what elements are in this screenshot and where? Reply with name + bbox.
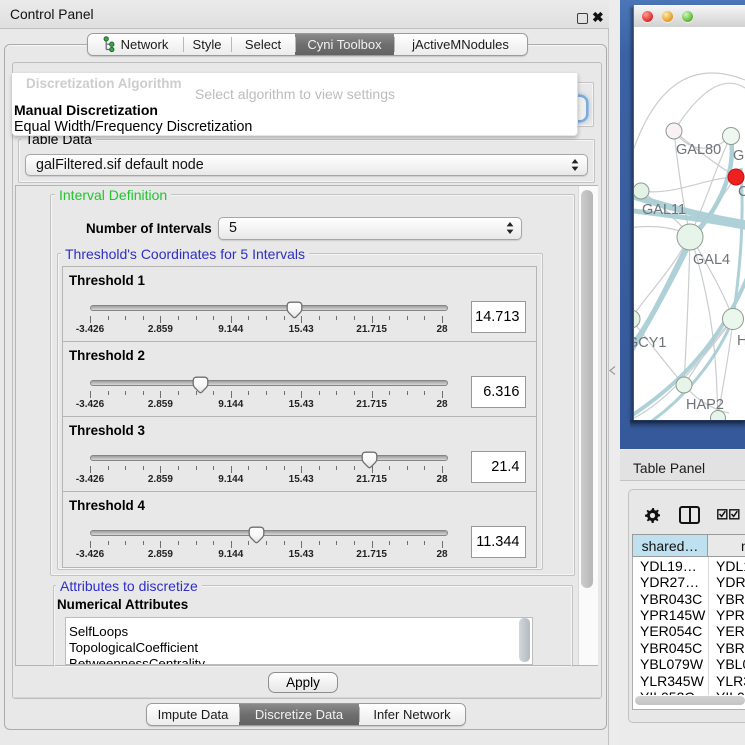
svg-text:H: H xyxy=(737,333,745,349)
svg-text:C: C xyxy=(738,184,745,200)
svg-text:GAL4: GAL4 xyxy=(693,252,730,268)
svg-text:HAP2: HAP2 xyxy=(686,397,724,413)
svg-text:GAL11: GAL11 xyxy=(642,202,686,218)
svg-text:G.: G. xyxy=(733,148,745,164)
svg-text:GCY1: GCY1 xyxy=(634,335,667,351)
svg-text:GAL80: GAL80 xyxy=(676,142,721,158)
